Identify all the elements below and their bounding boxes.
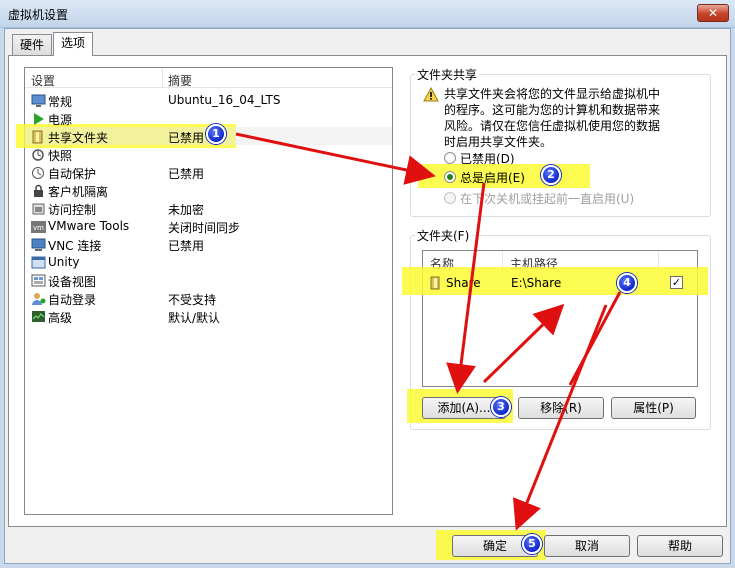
step-badge-2: 2 [541, 165, 561, 185]
step-badge-3: 3 [491, 397, 511, 417]
play-icon [34, 113, 44, 125]
window-title: 虚拟机设置 [8, 8, 69, 22]
step-badge-5: 5 [522, 534, 542, 554]
list-item-label: 共享文件夹 [48, 131, 109, 145]
folder-enabled-checkbox[interactable]: ✓ [670, 276, 683, 289]
vmware-tools-icon: vm [31, 221, 46, 233]
list-item-label: 客户机隔离 [48, 185, 109, 199]
list-item-label: 电源 [48, 113, 73, 127]
list-item-label: Unity [48, 255, 80, 269]
list-item-label: VMware Tools [48, 219, 130, 233]
properties-button[interactable]: 属性(P) [611, 397, 696, 419]
column-separator [162, 68, 163, 88]
snapshot-icon [32, 149, 44, 161]
radio-until-poweroff[interactable] [444, 192, 456, 204]
list-item-summary: 已禁用 [168, 239, 205, 253]
step-badge-4: 4 [617, 273, 637, 293]
list-item-summary: Ubuntu_16_04_LTS [168, 93, 281, 107]
column-header-summary[interactable]: 摘要 [168, 72, 192, 89]
device-view-icon [31, 274, 46, 287]
radio-always-enabled-label[interactable]: 总是启用(E) [460, 169, 525, 186]
title-bar [0, 0, 735, 28]
folders-group-label: 文件夹(F) [415, 227, 472, 244]
list-item-label: 自动保护 [48, 167, 97, 181]
shared-folder-icon [430, 276, 440, 290]
list-item-label: 访问控制 [48, 203, 97, 217]
svg-text:vm: vm [33, 224, 44, 232]
column-header-setting[interactable]: 设置 [31, 72, 55, 89]
tab-options[interactable]: 选项 [53, 32, 94, 56]
shared-folder-icon [32, 130, 43, 144]
access-control-icon [32, 203, 45, 215]
tab-hardware[interactable]: 硬件 [12, 34, 53, 56]
list-item-summary: 默认/默认 [168, 311, 221, 325]
list-item-label: 设备视图 [48, 275, 97, 289]
remove-button[interactable]: 移除(R) [518, 397, 604, 419]
list-item-summary: 已禁用 [168, 131, 205, 145]
list-item-label: VNC 连接 [48, 239, 102, 253]
monitor-icon [31, 94, 46, 107]
step-badge-1: 1 [206, 124, 226, 144]
warning-line: 风险。请仅在您信任虚拟机使用您的数据 [444, 119, 661, 133]
cancel-button[interactable]: 取消 [544, 535, 630, 557]
radio-until-poweroff-label[interactable]: 在下次关机或挂起前一直启用(U) [460, 190, 634, 207]
folder-sharing-group-label: 文件夹共享 [415, 66, 480, 83]
list-item-power[interactable] [25, 110, 392, 128]
list-item-unity[interactable] [25, 254, 392, 272]
unity-icon [31, 256, 46, 269]
settings-list-header [25, 68, 392, 88]
vnc-icon [31, 238, 46, 251]
radio-always-enabled[interactable] [444, 171, 456, 183]
warning-line: 时启用共享文件夹。 [444, 135, 553, 149]
list-item-snapshot[interactable] [25, 146, 392, 164]
list-item-label: 自动登录 [48, 293, 97, 307]
warning-text: 共享文件夹会将您的文件显示给虚拟机中 的程序。这可能为您的计算机和数据带来 风险… [444, 86, 660, 150]
autologin-icon [32, 293, 46, 305]
folder-name: Share [446, 276, 481, 290]
lock-icon [34, 184, 43, 197]
list-item-summary: 未加密 [168, 203, 205, 217]
warning-line: 共享文件夹会将您的文件显示给虚拟机中 [444, 87, 661, 101]
list-item-summary: 已禁用 [168, 167, 205, 181]
folder-host-path: E:\Share [511, 276, 562, 290]
help-button[interactable]: 帮助 [637, 535, 723, 557]
list-item-label: 快照 [48, 149, 73, 163]
warning-line: 的程序。这可能为您的计算机和数据带来 [444, 103, 661, 117]
radio-disabled[interactable] [444, 152, 456, 164]
list-item-summary: 关闭时间同步 [168, 221, 241, 235]
list-item-summary: 不受支持 [168, 293, 217, 307]
list-item-label: 常规 [48, 95, 73, 109]
warning-icon [423, 87, 439, 102]
autoprotect-icon [32, 167, 44, 179]
close-button[interactable]: ✕ [697, 4, 729, 22]
list-item-label: 高级 [48, 311, 73, 325]
advanced-icon [32, 311, 45, 322]
